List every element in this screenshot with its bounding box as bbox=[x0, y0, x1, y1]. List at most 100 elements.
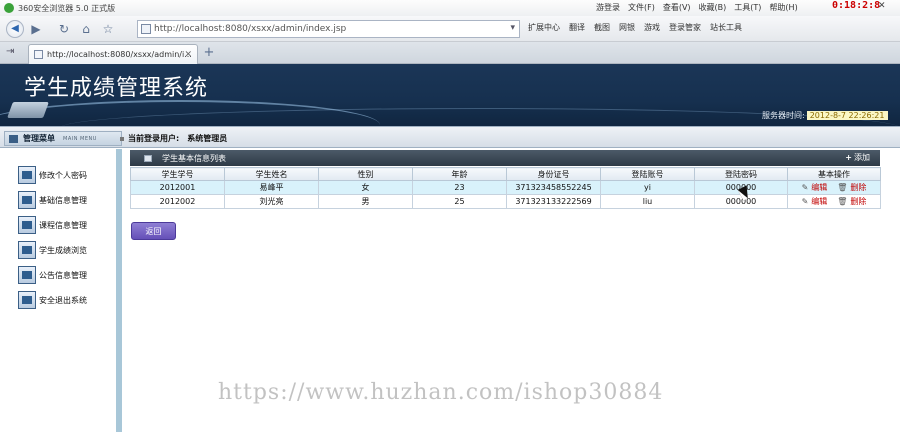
browser-toolbar: 扩展中心 翻译 截图 网银 游戏 登录管家 站长工具 bbox=[528, 22, 742, 33]
cell-login-account: liu bbox=[600, 194, 695, 209]
trash-icon: 🗑 bbox=[837, 183, 848, 192]
edit-link[interactable]: ✎ 编辑 bbox=[802, 182, 828, 193]
home-icon[interactable]: ⌂ bbox=[76, 19, 96, 39]
sidebar-item-announcements[interactable]: 公告信息管理 bbox=[18, 265, 87, 285]
forward-arrow-icon[interactable]: ▶ bbox=[26, 19, 46, 39]
bullet-icon bbox=[120, 136, 124, 141]
toolbar-extensions[interactable]: 扩展中心 bbox=[528, 22, 560, 33]
sidebar-item-logout[interactable]: 安全退出系统 bbox=[18, 290, 87, 310]
edit-icon: ✎ bbox=[801, 197, 809, 206]
basic-info-icon bbox=[18, 191, 36, 209]
menu-file[interactable]: 文件(F) bbox=[628, 2, 655, 13]
cell-student-name: 刘光亮 bbox=[224, 194, 319, 209]
toolbar-webmaster-tools[interactable]: 站长工具 bbox=[710, 22, 742, 33]
address-dropdown-icon[interactable]: ▾ bbox=[510, 23, 515, 33]
toolbar-screenshot[interactable]: 截图 bbox=[594, 22, 610, 33]
panel-header: 学生基本信息列表 + 添加 bbox=[130, 150, 880, 166]
sidebar-item-label: 课程信息管理 bbox=[39, 220, 87, 230]
favorite-star-icon[interactable]: ☆ bbox=[98, 19, 118, 39]
grades-icon bbox=[18, 241, 36, 259]
sidebar-item-label: 修改个人密码 bbox=[39, 170, 87, 180]
menu-login[interactable]: 游登录 bbox=[596, 2, 620, 13]
toolbar-bank[interactable]: 网银 bbox=[619, 22, 635, 33]
sidebar-item-courses[interactable]: 课程信息管理 bbox=[18, 215, 87, 235]
browser-menubar: 游登录 文件(F) 查看(V) 收藏(B) 工具(T) 帮助(H) bbox=[596, 2, 798, 13]
col-login-password: 登陆密码 bbox=[694, 167, 788, 181]
menu-favorites[interactable]: 收藏(B) bbox=[699, 2, 727, 13]
browser-logo-icon bbox=[4, 3, 14, 13]
close-window-icon[interactable]: ✕ bbox=[878, 1, 886, 11]
back-arrow-icon[interactable]: ◀ bbox=[6, 19, 24, 38]
add-button[interactable]: + 添加 bbox=[845, 152, 870, 163]
menu-title-en: MAIN MENU bbox=[63, 135, 97, 142]
toolbar-translate[interactable]: 翻译 bbox=[569, 22, 585, 33]
sub-bar: 管理菜单 MAIN MENU 当前登录用户: 系统管理员 bbox=[0, 126, 900, 148]
menu-help[interactable]: 帮助(H) bbox=[769, 2, 797, 13]
logout-icon bbox=[18, 291, 36, 309]
server-time-value: 2012-8-7 22:26:21 bbox=[806, 111, 888, 120]
sidebar-item-label: 基础信息管理 bbox=[39, 195, 87, 205]
cell-login-account: yi bbox=[600, 180, 695, 195]
col-id-card: 身份证号 bbox=[506, 167, 601, 181]
edit-label: 编辑 bbox=[811, 197, 828, 206]
edit-icon: ✎ bbox=[801, 183, 809, 192]
col-login-account: 登陆账号 bbox=[600, 167, 695, 181]
laptop-graphic-icon bbox=[7, 102, 49, 118]
cell-student-id: 2012002 bbox=[130, 194, 225, 209]
announcements-icon bbox=[18, 266, 36, 284]
watermark: https://www.huzhan.com/ishop30884 bbox=[218, 380, 664, 405]
courses-icon bbox=[18, 216, 36, 234]
sidebar-item-basic-info[interactable]: 基础信息管理 bbox=[18, 190, 87, 210]
cell-age: 25 bbox=[412, 194, 507, 209]
refresh-icon[interactable]: ↻ bbox=[54, 19, 74, 39]
cell-gender: 女 bbox=[318, 180, 413, 195]
cell-age: 23 bbox=[412, 180, 507, 195]
table-row: 2012001 易峰平 女 23 371323458552245 yi 0000… bbox=[130, 180, 881, 195]
browser-title: 360安全浏览器 5.0 正式版 bbox=[18, 3, 116, 13]
tab-label: http://localhost:8080/xsxx/admin/i... bbox=[47, 50, 192, 59]
sidebar-item-label: 学生成绩浏览 bbox=[39, 245, 87, 255]
delete-link[interactable]: 🗑 删除 bbox=[837, 196, 866, 207]
edit-link[interactable]: ✎ 编辑 bbox=[802, 196, 828, 207]
app-header: 学生成绩管理系统 服务器时间: 2012-8-7 22:26:21 bbox=[0, 64, 900, 126]
login-user: 系统管理员 bbox=[187, 134, 228, 143]
cell-student-id: 2012001 bbox=[130, 180, 225, 195]
add-label: 添加 bbox=[854, 153, 870, 162]
panel-title: 学生基本信息列表 bbox=[162, 153, 226, 163]
clock-overlay: 0:18:2:8 bbox=[832, 0, 881, 11]
new-tab-icon[interactable]: + bbox=[200, 45, 218, 62]
sidebar-item-label: 安全退出系统 bbox=[39, 295, 87, 305]
toolbar-games[interactable]: 游戏 bbox=[644, 22, 660, 33]
sidebar-item-label: 公告信息管理 bbox=[39, 270, 87, 280]
tab-admin-index[interactable]: http://localhost:8080/xsxx/admin/i... ✕ bbox=[28, 44, 198, 64]
cell-actions: ✎ 编辑 🗑 删除 bbox=[787, 180, 881, 195]
delete-label: 删除 bbox=[850, 183, 867, 192]
menu-view[interactable]: 查看(V) bbox=[663, 2, 691, 13]
sidebar-toggle-icon[interactable]: ⇥ bbox=[6, 46, 14, 57]
sidebar-item-change-password[interactable]: 修改个人密码 bbox=[18, 165, 87, 185]
plus-icon: + bbox=[845, 153, 852, 162]
back-button[interactable]: 返回 bbox=[131, 222, 176, 240]
delete-label: 删除 bbox=[850, 197, 867, 206]
tab-close-icon[interactable]: ✕ bbox=[184, 50, 192, 60]
menu-title: 管理菜单 bbox=[23, 134, 55, 143]
server-time: 服务器时间: 2012-8-7 22:26:21 bbox=[762, 110, 888, 121]
col-gender: 性别 bbox=[318, 167, 413, 181]
page-icon bbox=[141, 24, 151, 34]
browser-titlebar: 360安全浏览器 5.0 正式版 游登录 文件(F) 查看(V) 收藏(B) 工… bbox=[0, 0, 900, 16]
password-icon bbox=[18, 166, 36, 184]
cell-gender: 男 bbox=[318, 194, 413, 209]
delete-link[interactable]: 🗑 删除 bbox=[837, 182, 866, 193]
menu-tools[interactable]: 工具(T) bbox=[734, 2, 761, 13]
cell-actions: ✎ 编辑 🗑 删除 bbox=[787, 194, 881, 209]
col-age: 年龄 bbox=[412, 167, 507, 181]
app-title: 学生成绩管理系统 bbox=[24, 76, 209, 101]
toolbar-login-manager[interactable]: 登录管家 bbox=[669, 22, 701, 33]
cell-id-card: 371323458552245 bbox=[506, 180, 601, 195]
sidebar-item-grades[interactable]: 学生成绩浏览 bbox=[18, 240, 87, 260]
cell-student-name: 易峰平 bbox=[224, 180, 319, 195]
login-label: 当前登录用户: bbox=[128, 134, 180, 143]
table-header-row: 学生学号 学生姓名 性别 年龄 身份证号 登陆账号 登陆密码 基本操作 bbox=[130, 167, 881, 181]
menu-header: 管理菜单 MAIN MENU bbox=[4, 131, 122, 146]
address-bar[interactable]: http://localhost:8080/xsxx/admin/index.j… bbox=[137, 20, 520, 38]
